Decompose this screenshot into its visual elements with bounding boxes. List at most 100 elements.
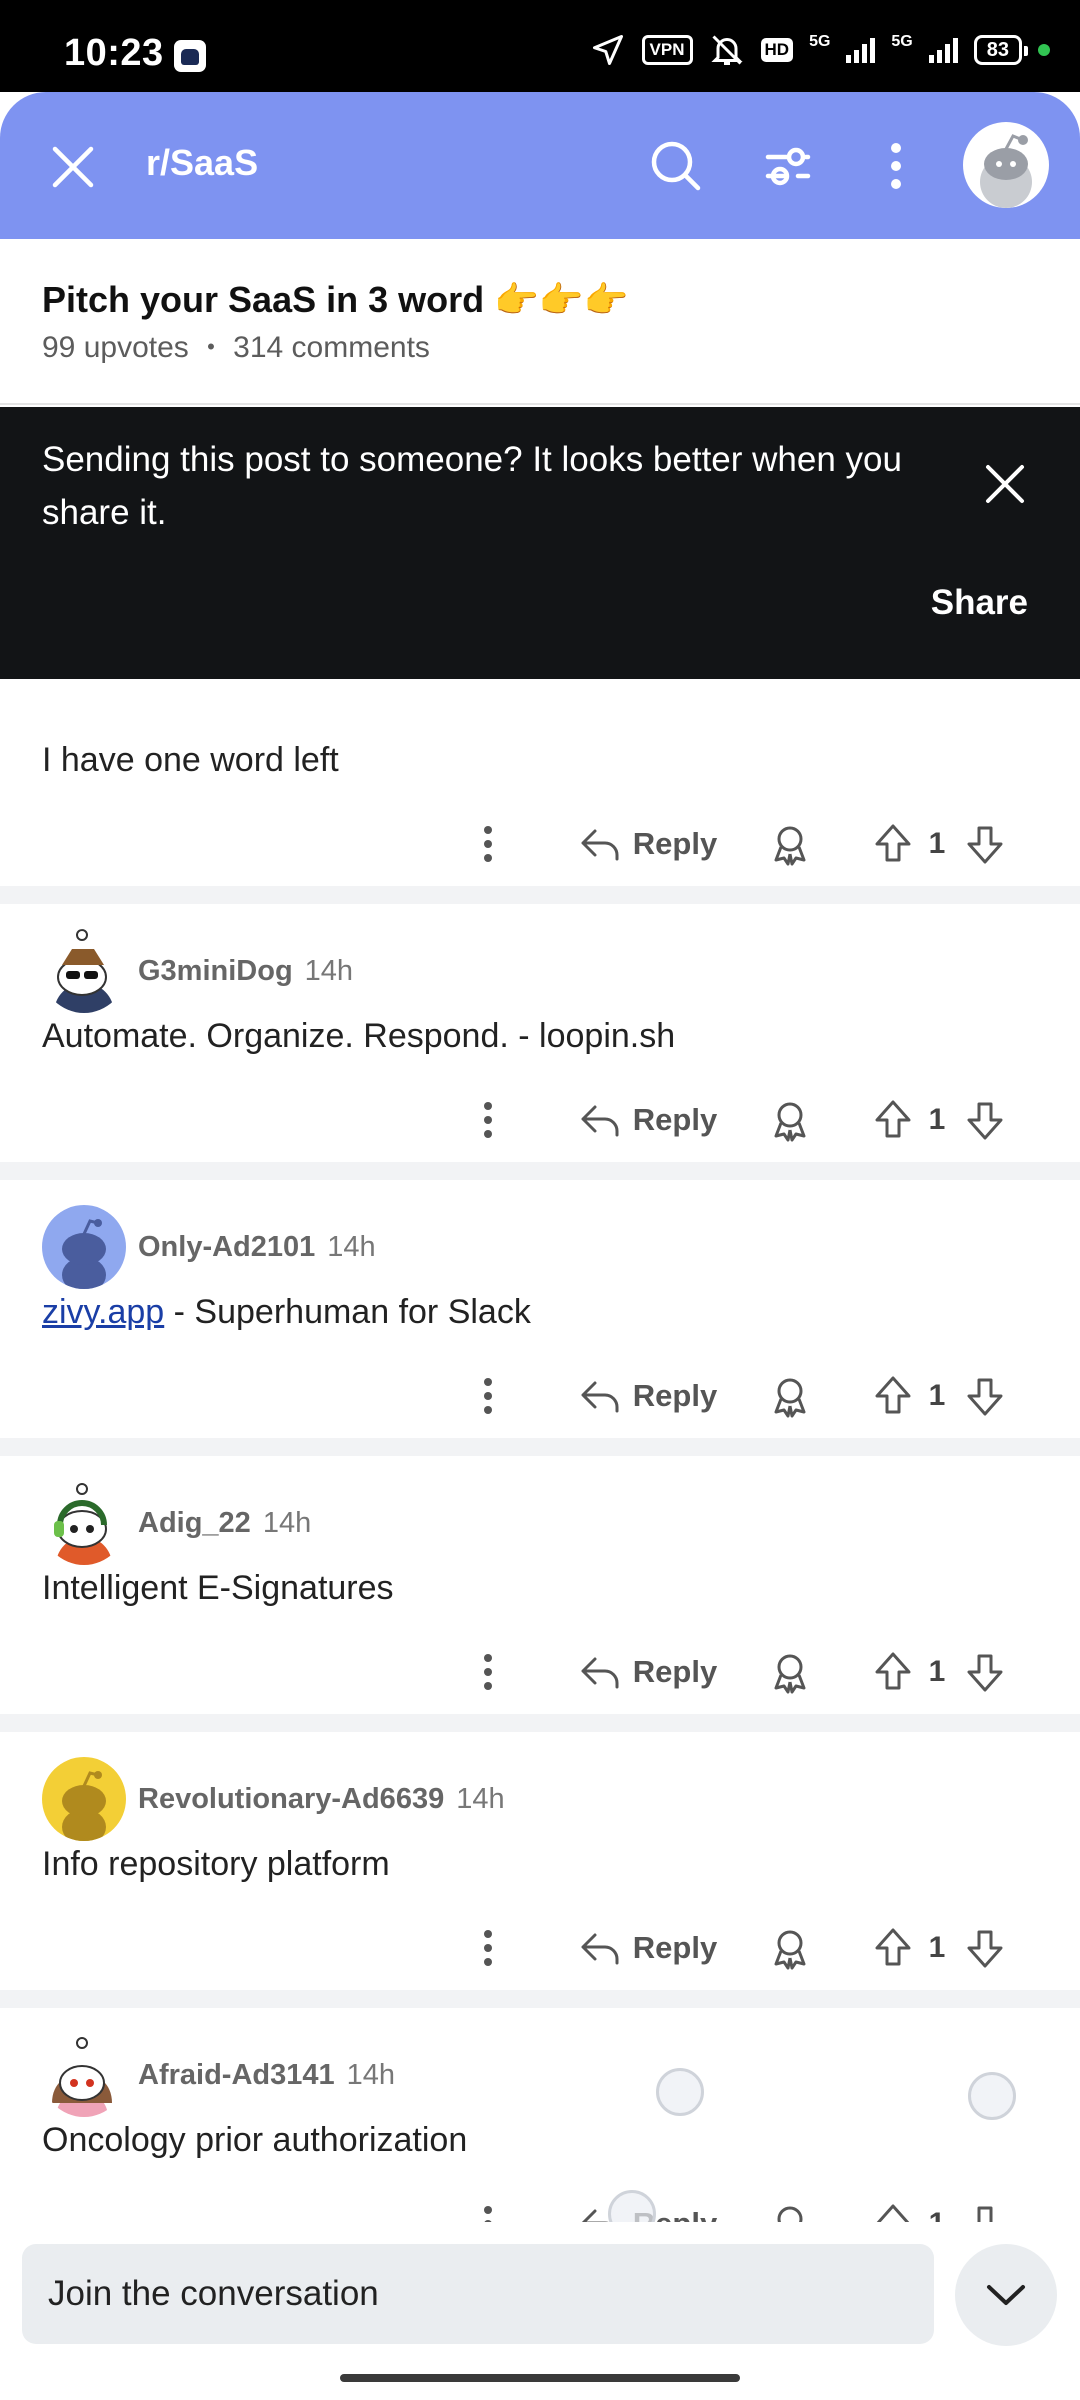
comment-header[interactable]: Afraid-Ad3141 14h	[42, 2032, 395, 2118]
downvote-button[interactable]	[960, 1632, 1010, 1712]
comment-more-button[interactable]	[458, 2184, 518, 2222]
upvote-arrow-icon	[875, 1928, 911, 1966]
comment-username[interactable]: Adig_22	[138, 1507, 251, 1540]
comment-username[interactable]: Afraid-Ad3141	[138, 2059, 335, 2092]
award-button[interactable]	[762, 804, 818, 884]
touch-indicator	[968, 2072, 1016, 2120]
upvote-arrow-icon	[875, 1100, 911, 1138]
comment-body: Intelligent E-Signatures	[42, 1569, 394, 1607]
comment-count: 314 comments	[233, 331, 430, 364]
upvote-button[interactable]	[868, 1908, 918, 1988]
commenter-avatar[interactable]	[42, 1757, 126, 1841]
commenter-avatar[interactable]	[42, 1205, 126, 1289]
reply-button[interactable]: Reply	[568, 804, 728, 884]
post-header[interactable]: Pitch your SaaS in 3 word 👉👉👉 99 upvotes…	[0, 239, 1080, 405]
commenter-avatar[interactable]	[42, 1481, 126, 1565]
upvote-button[interactable]	[868, 2184, 918, 2222]
screen: 10:23 VPN HD 5G 5G 83 r/SaaS Pitch your …	[0, 0, 1080, 2400]
vote-score: 1	[922, 804, 952, 884]
downvote-button[interactable]	[960, 2184, 1010, 2222]
reply-arrow-icon	[581, 1933, 619, 1965]
downvote-button[interactable]	[960, 804, 1010, 884]
upvote-arrow-icon	[876, 2204, 910, 2222]
post-meta: 99 upvotes • 314 comments	[42, 331, 430, 365]
comment-username[interactable]: Revolutionary-Ad6639	[138, 1783, 444, 1816]
post-title: Pitch your SaaS in 3 word 👉👉👉	[42, 279, 629, 320]
status-indicators: VPN HD 5G 5G 83	[590, 30, 1050, 70]
comment-divider	[0, 1438, 1080, 1456]
home-indicator[interactable]	[340, 2374, 740, 2382]
comment-body: Info repository platform	[42, 1845, 390, 1883]
snoo-sunglasses-avatar-icon	[54, 929, 114, 1013]
upvote-button[interactable]	[868, 1632, 918, 1712]
status-time: 10:23	[64, 32, 164, 74]
upvote-button[interactable]	[868, 1080, 918, 1160]
share-button[interactable]: Share	[931, 583, 1028, 623]
vote-count: 1	[928, 1379, 946, 1412]
comment-divider	[0, 1990, 1080, 2008]
comment-more-button[interactable]	[458, 1908, 518, 1988]
reply-button[interactable]: Reply	[568, 1908, 728, 1988]
comment-header[interactable]: Revolutionary-Ad6639 14h	[42, 1756, 505, 1842]
award-button[interactable]	[762, 2184, 818, 2222]
comment-more-button[interactable]	[458, 1356, 518, 1436]
comment-username[interactable]: G3miniDog	[138, 955, 293, 988]
subreddit-header: r/SaaS	[0, 92, 1080, 239]
vote-score: 1	[922, 1908, 952, 1988]
snackbar-message: Sending this post to someone? It looks b…	[42, 440, 902, 532]
reply-button[interactable]: Reply	[568, 1356, 728, 1436]
downvote-arrow-icon	[967, 1102, 1003, 1140]
award-icon	[774, 1654, 806, 1694]
join-conversation-input[interactable]: Join the conversation	[22, 2244, 934, 2344]
downvote-button[interactable]	[960, 1908, 1010, 1988]
upvote-count: 99 upvotes	[42, 331, 189, 364]
vote-count: 1	[928, 827, 946, 860]
more-options-button[interactable]	[858, 128, 934, 204]
user-avatar[interactable]	[963, 122, 1049, 208]
privacy-dot-icon	[1038, 44, 1050, 56]
close-icon[interactable]	[38, 132, 108, 202]
filter-button[interactable]	[750, 128, 826, 204]
network-type-1: 5G	[809, 33, 831, 50]
hd-badge: HD	[760, 38, 794, 62]
comment-divider	[0, 1162, 1080, 1180]
snoo-girl-avatar-icon	[52, 2037, 112, 2117]
award-button[interactable]	[762, 1356, 818, 1436]
award-icon	[774, 826, 806, 866]
comment-header[interactable]: Only-Ad2101 14h	[42, 1204, 376, 1290]
comment-header[interactable]: G3miniDog 14h	[42, 928, 353, 1014]
comment-link[interactable]: zivy.app	[42, 1293, 164, 1331]
upvote-button[interactable]	[868, 804, 918, 884]
downvote-button[interactable]	[960, 1356, 1010, 1436]
award-button[interactable]	[762, 1632, 818, 1712]
downvote-button[interactable]	[960, 1080, 1010, 1160]
comment-text: - Superhuman for Slack	[164, 1293, 531, 1331]
comment-username[interactable]: Only-Ad2101	[138, 1231, 315, 1264]
next-comment-button[interactable]	[955, 2244, 1057, 2346]
upvote-arrow-icon	[875, 1376, 911, 1414]
comment-actions: Reply 1	[0, 1356, 1080, 1436]
status-bar: 10:23 VPN HD 5G 5G 83	[0, 0, 1080, 92]
comment-header[interactable]: Adig_22 14h	[42, 1480, 311, 1566]
award-button[interactable]	[762, 1080, 818, 1160]
comment-divider	[0, 1714, 1080, 1732]
award-button[interactable]	[762, 1908, 818, 1988]
comment-more-button[interactable]	[458, 1632, 518, 1712]
share-snackbar: Sending this post to someone? It looks b…	[0, 407, 1080, 679]
upvote-button[interactable]	[868, 1356, 918, 1436]
commenter-avatar[interactable]	[42, 2033, 126, 2117]
subreddit-name[interactable]: r/SaaS	[146, 142, 258, 184]
comment-more-button[interactable]	[458, 804, 518, 884]
reply-button[interactable]: Reply	[568, 1080, 728, 1160]
vote-count: 1	[928, 1931, 946, 1964]
bell-muted-icon	[710, 35, 743, 65]
search-button[interactable]	[638, 128, 714, 204]
upvote-arrow-icon	[875, 824, 911, 862]
downvote-arrow-icon	[967, 1930, 1003, 1968]
vpn-badge: VPN	[641, 35, 693, 65]
snackbar-close-icon[interactable]	[976, 455, 1034, 513]
comment-divider	[0, 886, 1080, 904]
reply-button[interactable]: Reply	[568, 1632, 728, 1712]
commenter-avatar[interactable]	[42, 929, 126, 1013]
comment-more-button[interactable]	[458, 1080, 518, 1160]
